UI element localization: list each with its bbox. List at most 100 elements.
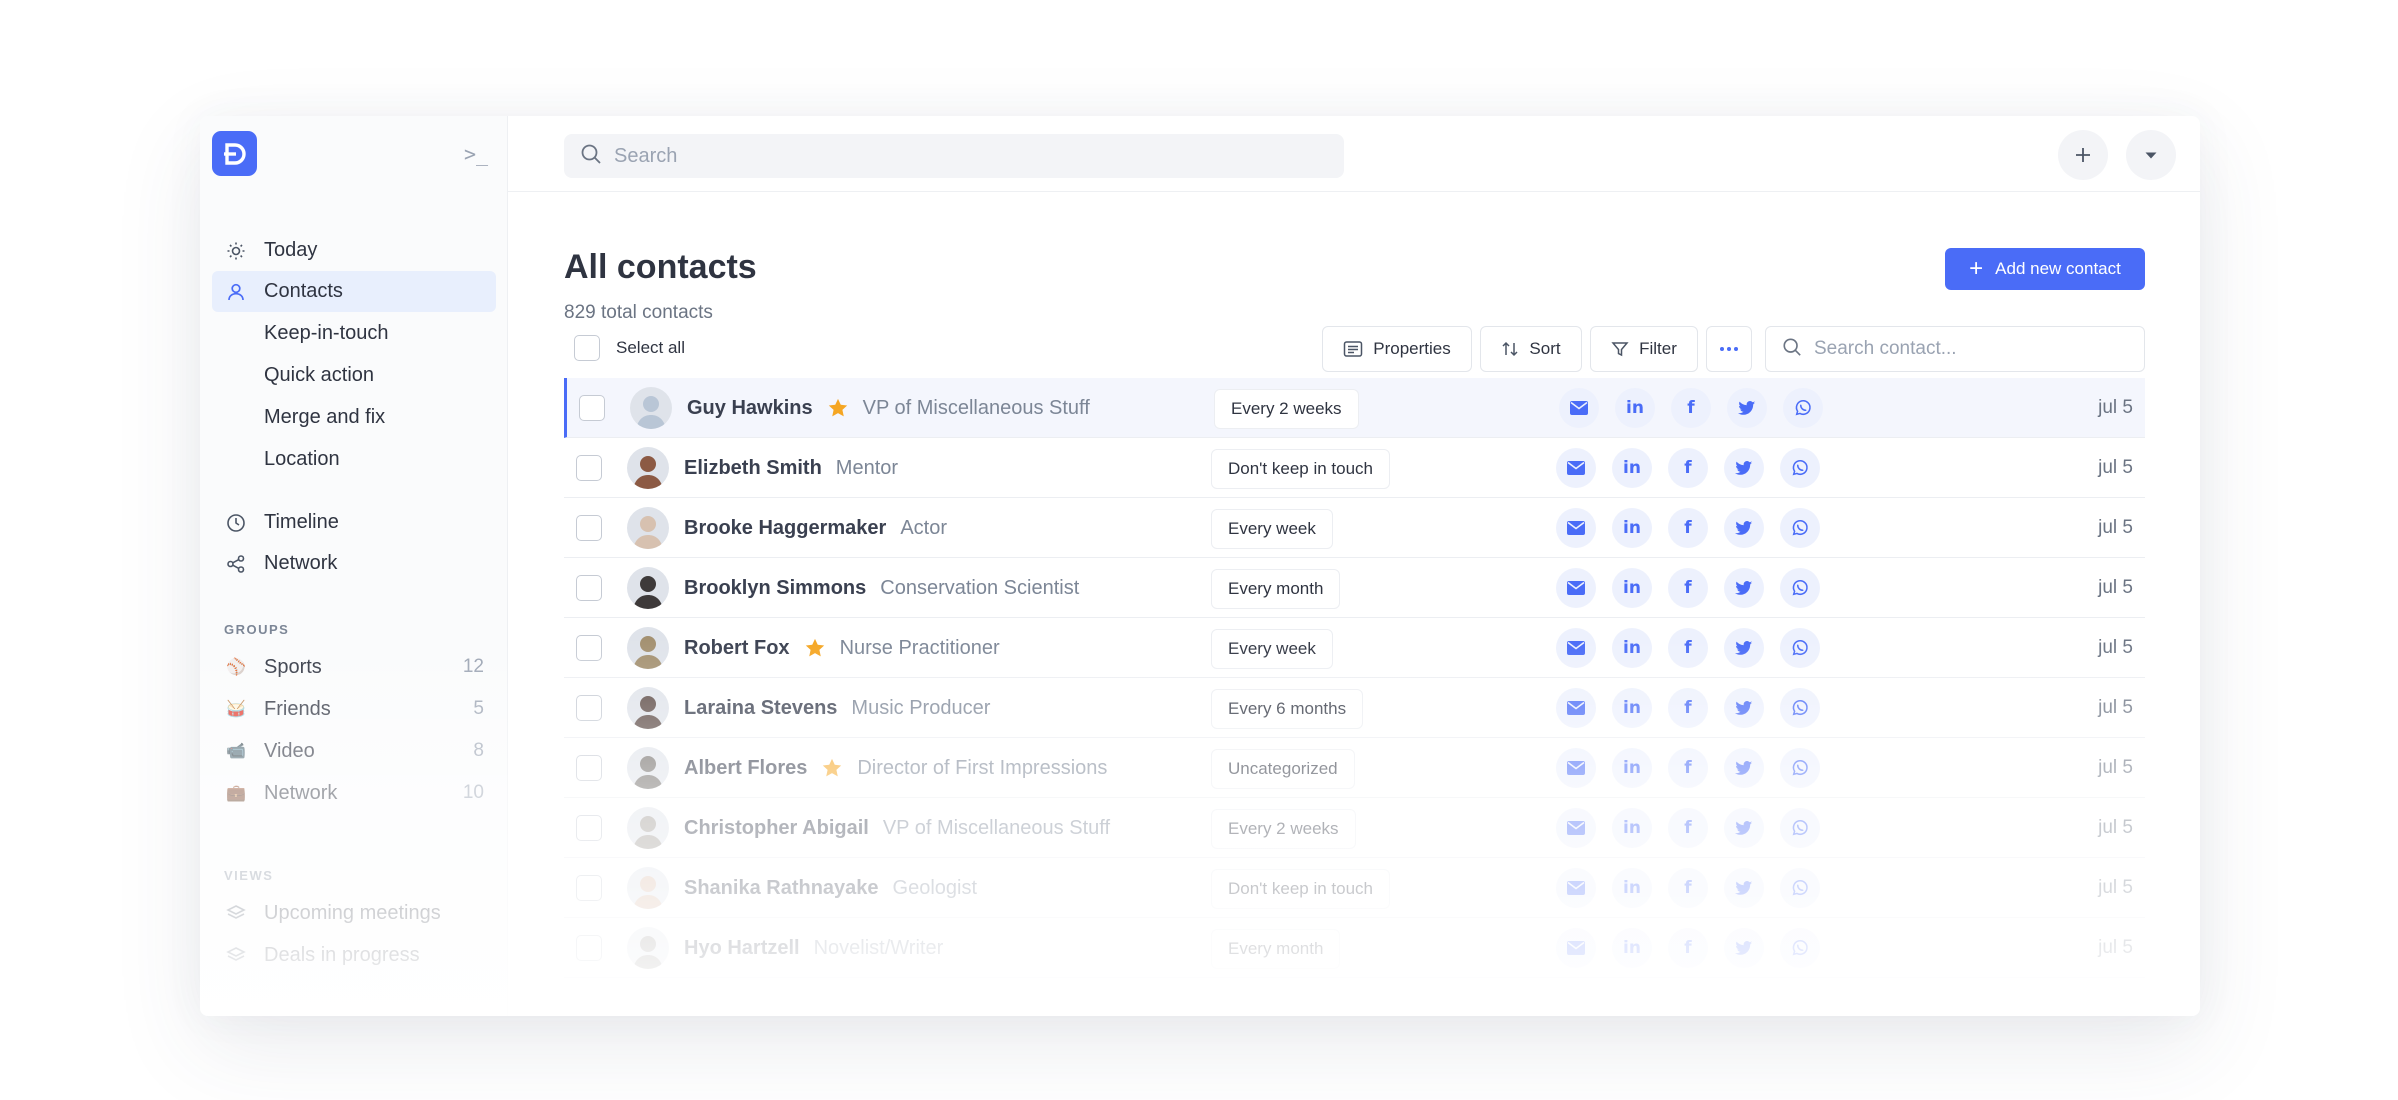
star-icon[interactable]: [804, 637, 826, 659]
twitter-icon[interactable]: [1724, 448, 1764, 488]
account-menu-button[interactable]: [2126, 130, 2176, 180]
whatsapp-icon[interactable]: [1780, 748, 1820, 788]
contact-name[interactable]: Robert Fox: [684, 637, 790, 660]
row-checkbox[interactable]: [576, 875, 602, 901]
mail-icon[interactable]: [1556, 568, 1596, 608]
global-search[interactable]: [564, 134, 1344, 178]
row-checkbox[interactable]: [576, 515, 602, 541]
whatsapp-icon[interactable]: [1780, 688, 1820, 728]
keep-in-touch-frequency[interactable]: Don't keep in touch: [1211, 869, 1391, 909]
facebook-icon[interactable]: f: [1668, 688, 1708, 728]
whatsapp-icon[interactable]: [1783, 388, 1823, 428]
whatsapp-icon[interactable]: [1780, 448, 1820, 488]
keep-in-touch-frequency[interactable]: Don't keep in touch: [1211, 449, 1391, 489]
facebook-icon[interactable]: f: [1668, 508, 1708, 548]
linkedin-icon[interactable]: in: [1612, 568, 1652, 608]
keep-in-touch-frequency[interactable]: Every 2 weeks: [1211, 809, 1356, 849]
linkedin-icon[interactable]: in: [1612, 688, 1652, 728]
sort-button[interactable]: Sort: [1480, 326, 1582, 372]
linkedin-icon[interactable]: in: [1612, 808, 1652, 848]
contact-name[interactable]: Albert Flores: [684, 757, 807, 780]
facebook-icon[interactable]: f: [1668, 868, 1708, 908]
whatsapp-icon[interactable]: [1780, 568, 1820, 608]
row-checkbox[interactable]: [576, 755, 602, 781]
view-item-deals-in-progress[interactable]: Deals in progress: [212, 934, 496, 976]
collapse-sidebar-icon[interactable]: >_: [462, 140, 490, 168]
table-row[interactable]: Brooklyn Simmons Conservation Scientist …: [564, 558, 2145, 618]
contact-name[interactable]: Brooke Haggermaker: [684, 517, 886, 540]
facebook-icon[interactable]: f: [1671, 388, 1711, 428]
whatsapp-icon[interactable]: [1780, 808, 1820, 848]
table-row[interactable]: Albert Flores Director of First Impressi…: [564, 738, 2145, 798]
contact-name[interactable]: Guy Hawkins: [687, 397, 813, 420]
linkedin-icon[interactable]: in: [1612, 868, 1652, 908]
contact-search[interactable]: [1765, 326, 2145, 372]
row-checkbox[interactable]: [576, 455, 602, 481]
row-checkbox[interactable]: [576, 575, 602, 601]
whatsapp-icon[interactable]: [1780, 928, 1820, 968]
mail-icon[interactable]: [1556, 448, 1596, 488]
mail-icon[interactable]: [1556, 688, 1596, 728]
table-row[interactable]: Hyo Hartzell Novelist/Writer Every month…: [564, 918, 2145, 978]
linkedin-icon[interactable]: in: [1612, 748, 1652, 788]
properties-button[interactable]: Properties: [1322, 326, 1472, 372]
whatsapp-icon[interactable]: [1780, 628, 1820, 668]
add-new-contact-button[interactable]: + Add new contact: [1945, 248, 2145, 290]
sidebar-item-today[interactable]: Today: [212, 230, 496, 271]
table-row[interactable]: Elizbeth Smith Mentor Don't keep in touc…: [564, 438, 2145, 498]
mail-icon[interactable]: [1556, 508, 1596, 548]
star-icon[interactable]: [827, 397, 849, 419]
twitter-icon[interactable]: [1724, 628, 1764, 668]
table-row[interactable]: Shanika Rathnayake Geologist Don't keep …: [564, 858, 2145, 918]
more-options-button[interactable]: [1706, 326, 1752, 372]
contact-name[interactable]: Shanika Rathnayake: [684, 877, 879, 900]
view-item-upcoming-meetings[interactable]: Upcoming meetings: [212, 892, 496, 934]
keep-in-touch-frequency[interactable]: Every month: [1211, 569, 1341, 609]
facebook-icon[interactable]: f: [1668, 748, 1708, 788]
row-checkbox[interactable]: [576, 635, 602, 661]
table-row[interactable]: Brooke Haggermaker Actor Every week in f…: [564, 498, 2145, 558]
twitter-icon[interactable]: [1724, 748, 1764, 788]
table-row[interactable]: Christopher Abigail VP of Miscellaneous …: [564, 798, 2145, 858]
row-checkbox[interactable]: [576, 815, 602, 841]
twitter-icon[interactable]: [1724, 688, 1764, 728]
mail-icon[interactable]: [1556, 628, 1596, 668]
sidebar-item-timeline[interactable]: Timeline: [212, 502, 496, 543]
keep-in-touch-frequency[interactable]: Every week: [1211, 629, 1333, 669]
sidebar-subitem-location[interactable]: Location: [212, 438, 496, 480]
twitter-icon[interactable]: [1724, 568, 1764, 608]
mail-icon[interactable]: [1556, 928, 1596, 968]
contact-search-input[interactable]: [1814, 338, 2134, 360]
select-all[interactable]: Select all: [574, 335, 685, 361]
twitter-icon[interactable]: [1724, 928, 1764, 968]
row-checkbox[interactable]: [576, 935, 602, 961]
sidebar-item-contacts[interactable]: Contacts: [212, 271, 496, 312]
row-checkbox[interactable]: [579, 395, 605, 421]
sidebar-subitem-keep-in-touch[interactable]: Keep-in-touch: [212, 312, 496, 354]
linkedin-icon[interactable]: in: [1612, 928, 1652, 968]
group-item-video[interactable]: 📹 Video 8: [212, 730, 496, 772]
keep-in-touch-frequency[interactable]: Uncategorized: [1211, 749, 1355, 789]
facebook-icon[interactable]: f: [1668, 568, 1708, 608]
facebook-icon[interactable]: f: [1668, 448, 1708, 488]
mail-icon[interactable]: [1556, 808, 1596, 848]
sidebar-subitem-merge-and-fix[interactable]: Merge and fix: [212, 396, 496, 438]
whatsapp-icon[interactable]: [1780, 868, 1820, 908]
table-row[interactable]: Robert Fox Nurse Practitioner Every week…: [564, 618, 2145, 678]
twitter-icon[interactable]: [1727, 388, 1767, 428]
sidebar-subitem-quick-action[interactable]: Quick action: [212, 354, 496, 396]
row-checkbox[interactable]: [576, 695, 602, 721]
facebook-icon[interactable]: f: [1668, 808, 1708, 848]
group-item-sports[interactable]: ⚾ Sports 12: [212, 646, 496, 688]
linkedin-icon[interactable]: in: [1612, 628, 1652, 668]
star-icon[interactable]: [821, 757, 843, 779]
contact-name[interactable]: Brooklyn Simmons: [684, 577, 866, 600]
mail-icon[interactable]: [1556, 748, 1596, 788]
keep-in-touch-frequency[interactable]: Every month: [1211, 929, 1341, 969]
mail-icon[interactable]: [1559, 388, 1599, 428]
linkedin-icon[interactable]: in: [1612, 508, 1652, 548]
select-all-checkbox[interactable]: [574, 335, 600, 361]
contact-name[interactable]: Christopher Abigail: [684, 817, 869, 840]
contact-name[interactable]: Hyo Hartzell: [684, 937, 800, 960]
keep-in-touch-frequency[interactable]: Every 2 weeks: [1214, 389, 1359, 429]
